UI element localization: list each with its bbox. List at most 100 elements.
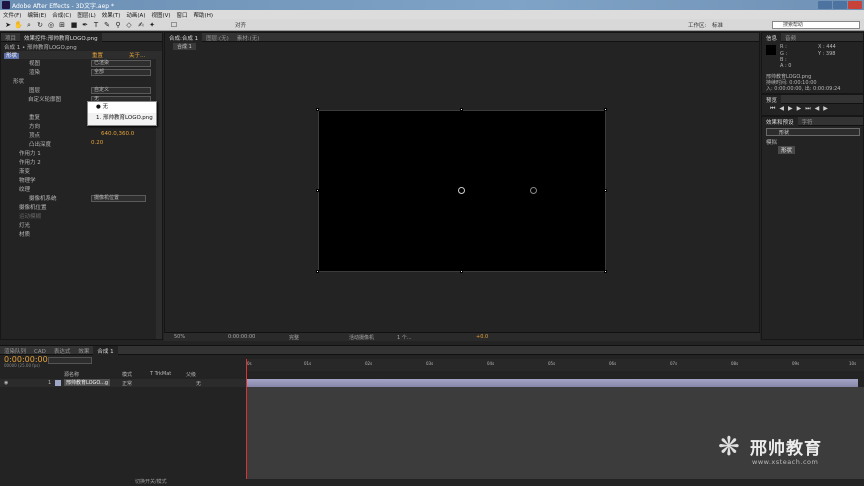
tab-preview[interactable]: 预览 xyxy=(762,95,782,104)
handle-bl[interactable] xyxy=(316,270,319,273)
tab-project[interactable]: 项目 xyxy=(1,33,20,42)
effect-item-shape[interactable]: 形状 xyxy=(778,146,796,154)
camera-select[interactable]: 活动摄像机 xyxy=(349,334,374,341)
tab-info[interactable]: 信息 xyxy=(762,33,782,42)
tab-effect[interactable]: 效果 xyxy=(74,346,93,355)
handle-mr[interactable] xyxy=(604,189,607,192)
handle-tr[interactable] xyxy=(604,108,607,111)
roto-tool-icon[interactable]: ✍ xyxy=(137,21,145,29)
toggle-switches-modes[interactable]: 切换开关/模式 xyxy=(135,478,167,485)
category-simulation[interactable]: 模拟 xyxy=(766,138,777,146)
comp-breadcrumb[interactable]: 合成 1 xyxy=(173,43,196,50)
popup-item-none[interactable]: ● 无 xyxy=(88,102,156,113)
group-gradient[interactable]: 渐变 xyxy=(19,167,30,175)
menu-file[interactable]: 文件(F) xyxy=(0,10,24,19)
visibility-eye-icon[interactable]: ◉ xyxy=(4,380,8,386)
bevel-value[interactable]: 0.20 xyxy=(91,140,103,148)
view-label: 视图 xyxy=(29,61,41,67)
effect-name[interactable]: 形状 xyxy=(4,53,20,59)
vertex-value[interactable]: 640.0,360.0 xyxy=(101,131,134,139)
rotate-tool-icon[interactable]: ↻ xyxy=(36,21,44,29)
tab-composition[interactable]: 合成:合成 1 xyxy=(165,33,203,42)
menu-window[interactable]: 窗口 xyxy=(174,10,191,19)
mask-tool-icon[interactable]: ■ xyxy=(70,21,78,29)
group-material[interactable]: 材质 xyxy=(19,230,30,238)
quality-select[interactable]: 完整 xyxy=(289,334,299,341)
about-link[interactable]: 关于... xyxy=(129,51,145,59)
scrollbar[interactable] xyxy=(156,51,162,339)
maximize-button[interactable] xyxy=(833,1,847,9)
puppet-tool-icon[interactable]: ✦ xyxy=(148,21,156,29)
render-dropdown[interactable]: 全部 xyxy=(91,69,151,76)
layer-mode-select[interactable]: 正常 xyxy=(122,380,132,387)
playhead[interactable] xyxy=(246,359,247,479)
anchor-point-icon[interactable] xyxy=(458,187,465,194)
playback-controls[interactable]: ⏮◀▶▶⏭◀▶ xyxy=(770,105,832,113)
view-dropdown[interactable]: 已渲染 xyxy=(91,60,151,67)
tab-effect-controls[interactable]: 效果控件:邢帅教育LOGO.png xyxy=(20,33,102,42)
layer-row[interactable]: ◉ 1 邢帅教育LOGO...g 正常 无 xyxy=(0,379,246,387)
layer-dropdown[interactable]: 自定义 xyxy=(91,87,151,94)
local-axis-icon[interactable]: ☐ xyxy=(170,21,178,29)
workspace-select[interactable]: 标准 xyxy=(712,21,723,29)
tab-footage[interactable]: 素材:(无) xyxy=(233,33,264,42)
handle-tl[interactable] xyxy=(316,108,319,111)
search-help-input[interactable]: 搜索帮助 xyxy=(772,21,860,29)
handle-tc[interactable] xyxy=(460,108,463,111)
close-button[interactable] xyxy=(848,1,862,9)
comp-timecode[interactable]: 0:00:00:00 xyxy=(228,334,255,340)
align-label[interactable]: 对齐 xyxy=(235,21,246,29)
camera-system-dropdown[interactable]: 摄像机位置 xyxy=(91,195,146,202)
group-lights[interactable]: 灯光 xyxy=(19,221,30,229)
zoom-tool-icon[interactable]: ⌕ xyxy=(25,21,33,29)
handle-br[interactable] xyxy=(604,270,607,273)
tab-character[interactable]: 字符 xyxy=(798,117,817,126)
tab-render-queue[interactable]: 渲染队列 xyxy=(0,346,30,355)
tab-expression[interactable]: 表达式 xyxy=(50,346,75,355)
brush-tool-icon[interactable]: ✎ xyxy=(103,21,111,29)
clone-tool-icon[interactable]: ⚲ xyxy=(114,21,122,29)
shape-group[interactable]: 形状 xyxy=(13,77,24,85)
menu-edit[interactable]: 编辑(E) xyxy=(24,10,49,19)
group-texture[interactable]: 纹理 xyxy=(19,185,30,193)
group-physics[interactable]: 物理学 xyxy=(19,176,36,184)
menu-view[interactable]: 视图(V) xyxy=(148,10,173,19)
tab-effects-presets[interactable]: 效果和预设 xyxy=(762,117,798,126)
exposure-value[interactable]: +0.0 xyxy=(476,334,488,340)
group-camera-position[interactable]: 摄像机位置 xyxy=(19,203,47,211)
zoom-select[interactable]: 50% xyxy=(174,334,185,340)
handle-ml[interactable] xyxy=(316,189,319,192)
menu-layer[interactable]: 图层(L) xyxy=(74,10,98,19)
layer-parent-select[interactable]: 无 xyxy=(196,380,201,387)
layer-name[interactable]: 邢帅教育LOGO...g xyxy=(64,379,111,386)
menu-composition[interactable]: 合成(C) xyxy=(49,10,74,19)
popup-item-logo[interactable]: 1. 邢帅教育LOGO.png xyxy=(88,113,156,124)
handle-bc[interactable] xyxy=(460,270,463,273)
menu-help[interactable]: 帮助(H) xyxy=(191,10,216,19)
group-force-2[interactable]: 作用力 2 xyxy=(19,158,41,166)
layer-duration-bar[interactable] xyxy=(246,379,858,387)
effects-search-input[interactable]: 形状 xyxy=(766,128,860,136)
reset-link[interactable]: 重置 xyxy=(92,51,103,59)
ae-logo-icon xyxy=(2,1,10,9)
selection-tool-icon[interactable]: ➤ xyxy=(4,21,12,29)
time-ruler[interactable]: 0s 01s 02s 03s 04s 05s 06s 07s 08s 09s 1… xyxy=(246,359,864,371)
hand-tool-icon[interactable]: ✋ xyxy=(14,21,23,29)
tab-layer[interactable]: 图层:(无) xyxy=(202,33,233,42)
layer-label-color[interactable] xyxy=(55,380,61,386)
menu-effect[interactable]: 效果(T) xyxy=(99,10,124,19)
text-tool-icon[interactable]: T xyxy=(92,21,100,29)
timeline-search-input[interactable] xyxy=(48,357,92,364)
camera-tool-icon[interactable]: ◎ xyxy=(47,21,55,29)
tab-audio[interactable]: 音频 xyxy=(781,33,800,42)
vertex-point-icon[interactable] xyxy=(530,187,537,194)
views-select[interactable]: 1 个... xyxy=(397,334,412,341)
group-motion-blur[interactable]: 运动模糊 xyxy=(19,212,41,220)
menu-animation[interactable]: 动画(A) xyxy=(123,10,148,19)
tab-comp-1[interactable]: 合成 1 xyxy=(93,346,118,355)
pan-behind-tool-icon[interactable]: ⊞ xyxy=(58,21,66,29)
minimize-button[interactable] xyxy=(818,1,832,9)
group-force-1[interactable]: 作用力 1 xyxy=(19,149,41,157)
pen-tool-icon[interactable]: ✒ xyxy=(81,21,89,29)
eraser-tool-icon[interactable]: ◇ xyxy=(125,21,133,29)
